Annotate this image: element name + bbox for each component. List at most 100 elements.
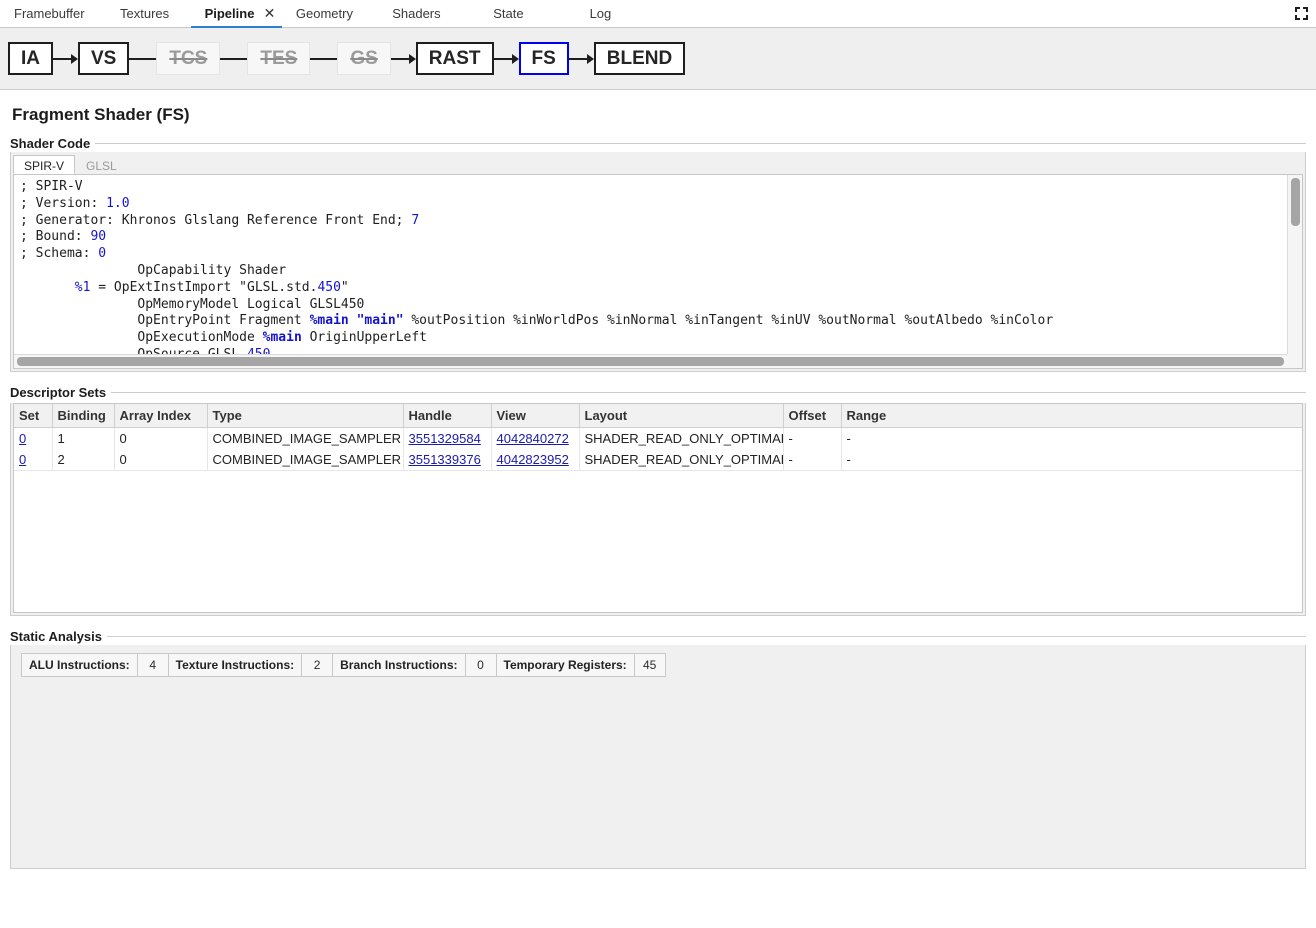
pipeline-stage-label: BLEND — [607, 48, 672, 69]
descriptor-sets-table-container[interactable]: SetBindingArray IndexTypeHandleViewLayou… — [13, 403, 1303, 613]
pipeline-stage-label: RAST — [429, 48, 481, 69]
pipeline-stage-label: FS — [532, 48, 556, 69]
column-header-binding[interactable]: Binding — [52, 404, 114, 428]
tab-framebuffer[interactable]: Framebuffer — [0, 0, 99, 27]
shader-language-tabs: SPIR-VGLSL — [11, 152, 1305, 174]
tab-log[interactable]: Log — [554, 0, 646, 27]
handle-link[interactable]: 3551339376 — [409, 452, 481, 467]
code-token: OpSource GLSL — [20, 347, 247, 354]
pipeline-stage-gs[interactable]: GS — [337, 42, 390, 76]
column-header-set[interactable]: Set — [14, 404, 52, 428]
cell-range: - — [841, 428, 1302, 450]
cell-set[interactable]: 0 — [14, 428, 52, 450]
tab-pipeline[interactable]: Pipeline — [191, 0, 261, 27]
pipeline-stage-ia[interactable]: IA — [8, 42, 53, 76]
pipeline-arrow-icon — [569, 54, 594, 64]
pipeline-stage-rast[interactable]: RAST — [416, 42, 494, 76]
cell-range: - — [841, 449, 1302, 471]
table-row[interactable]: 020COMBINED_IMAGE_SAMPLER355133937640428… — [14, 449, 1302, 471]
set-link[interactable]: 0 — [19, 452, 26, 467]
column-header-array-index[interactable]: Array Index — [114, 404, 207, 428]
main-tabbar: Framebuffer Textures Pipeline ✕Geometry Shad… — [0, 0, 1316, 28]
pipeline-stage-tcs[interactable]: TCS — [156, 42, 220, 76]
code-token: %1 — [75, 280, 91, 295]
metric-value-branch-instructions: 0 — [466, 654, 497, 676]
static-analysis-group: Static Analysis ALU Instructions:4Textur… — [10, 628, 1306, 869]
code-token: OriginUpperLeft — [302, 330, 427, 345]
descriptor-sets-group-title: Descriptor Sets — [10, 385, 111, 400]
code-token: 1.0 — [106, 196, 129, 211]
shader-code-editor[interactable]: ; SPIR-V ; Version: 1.0 ; Generator: Khr… — [13, 174, 1303, 369]
code-token: 0 — [98, 246, 106, 261]
tab-label: Shaders — [392, 6, 440, 21]
code-token: = OpExtInstImport "GLSL.std. — [90, 280, 317, 295]
connector-shaft — [129, 58, 156, 60]
cell-set[interactable]: 0 — [14, 449, 52, 471]
cell-view[interactable]: 4042840272 — [491, 428, 579, 450]
column-header-layout[interactable]: Layout — [579, 404, 783, 428]
handle-link[interactable]: 3551329584 — [409, 431, 481, 446]
code-token: %outPosition %inWorldPos %inNormal %inTa… — [404, 313, 1054, 328]
metric-label-temporary-registers: Temporary Registers: — [497, 654, 635, 676]
pipeline-stage-label: TCS — [169, 48, 207, 69]
code-horizontal-scrollbar-thumb[interactable] — [17, 357, 1284, 366]
cell-handle[interactable]: 3551329584 — [403, 428, 491, 450]
cell-handle[interactable]: 3551339376 — [403, 449, 491, 471]
code-token: OpExecutionMode — [20, 330, 263, 345]
column-header-view[interactable]: View — [491, 404, 579, 428]
group-divider-rule — [10, 392, 1306, 393]
code-token: 450 — [317, 280, 340, 295]
view-link[interactable]: 4042840272 — [497, 431, 569, 446]
tab-label: Textures — [120, 6, 169, 21]
column-header-type[interactable]: Type — [207, 404, 403, 428]
code-horizontal-scrollbar[interactable] — [14, 354, 1302, 368]
metric-label-alu-instructions: ALU Instructions: — [22, 654, 138, 676]
tab-state[interactable]: State — [462, 0, 554, 27]
column-header-handle[interactable]: Handle — [403, 404, 491, 428]
column-header-offset[interactable]: Offset — [783, 404, 841, 428]
table-row[interactable]: 010COMBINED_IMAGE_SAMPLER355132958440428… — [14, 428, 1302, 450]
arrow-head — [409, 54, 416, 64]
table-header-row: SetBindingArray IndexTypeHandleViewLayou… — [14, 404, 1302, 428]
code-vertical-scrollbar-thumb[interactable] — [1291, 178, 1300, 226]
code-token: OpMemoryModel Logical GLSL450 — [20, 297, 364, 312]
code-token: OpCapability Shader — [20, 263, 286, 278]
tab-label: State — [493, 6, 523, 21]
pipeline-stage-label: IA — [21, 48, 40, 69]
code-token: OpEntryPoint Fragment — [20, 313, 310, 328]
fullscreen-icon — [1294, 6, 1309, 21]
pipeline-stage-tes[interactable]: TES — [247, 42, 310, 76]
pipeline-stage-label: VS — [91, 48, 116, 69]
code-token: ; Bound: — [20, 229, 90, 244]
tab-textures[interactable]: Textures — [99, 0, 191, 27]
cell-type: COMBINED_IMAGE_SAMPLER — [207, 428, 403, 450]
pipeline-flow-diagram: IA VS TCS TES GS RAST FS BLEND — [0, 28, 1316, 90]
column-header-range[interactable]: Range — [841, 404, 1302, 428]
arrow-shaft — [53, 58, 71, 60]
view-link[interactable]: 4042823952 — [497, 452, 569, 467]
pipeline-arrow-icon — [391, 54, 416, 64]
shader-language-tab-glsl[interactable]: GLSL — [75, 155, 128, 174]
pipeline-stage-vs[interactable]: VS — [78, 42, 129, 76]
connector-shaft — [220, 58, 247, 60]
cell-offset: - — [783, 449, 841, 471]
group-divider-rule — [10, 143, 1306, 144]
descriptor-sets-table-body: 010COMBINED_IMAGE_SAMPLER355132958440428… — [14, 428, 1302, 471]
tab-shaders[interactable]: Shaders — [370, 0, 462, 27]
static-analysis-metrics-row: ALU Instructions:4Texture Instructions:2… — [21, 653, 666, 677]
cell-view[interactable]: 4042823952 — [491, 449, 579, 471]
shader-language-tab-spir-v[interactable]: SPIR-V — [13, 155, 75, 174]
tab-label: Pipeline — [205, 6, 255, 21]
code-token: " — [341, 280, 349, 295]
code-token: 90 — [90, 229, 106, 244]
set-link[interactable]: 0 — [19, 431, 26, 446]
pipeline-stage-fs[interactable]: FS — [519, 42, 569, 76]
fullscreen-button[interactable] — [1286, 0, 1316, 27]
tab-close-icon[interactable]: ✕ — [260, 0, 278, 27]
pipeline-connector-line — [220, 54, 247, 64]
pipeline-stage-blend[interactable]: BLEND — [594, 42, 685, 76]
tab-geometry[interactable]: Geometry — [278, 0, 370, 27]
descriptor-sets-group-body: SetBindingArray IndexTypeHandleViewLayou… — [10, 403, 1306, 616]
code-vertical-scrollbar[interactable] — [1287, 175, 1302, 354]
pipeline-stage-label: GS — [350, 48, 377, 69]
